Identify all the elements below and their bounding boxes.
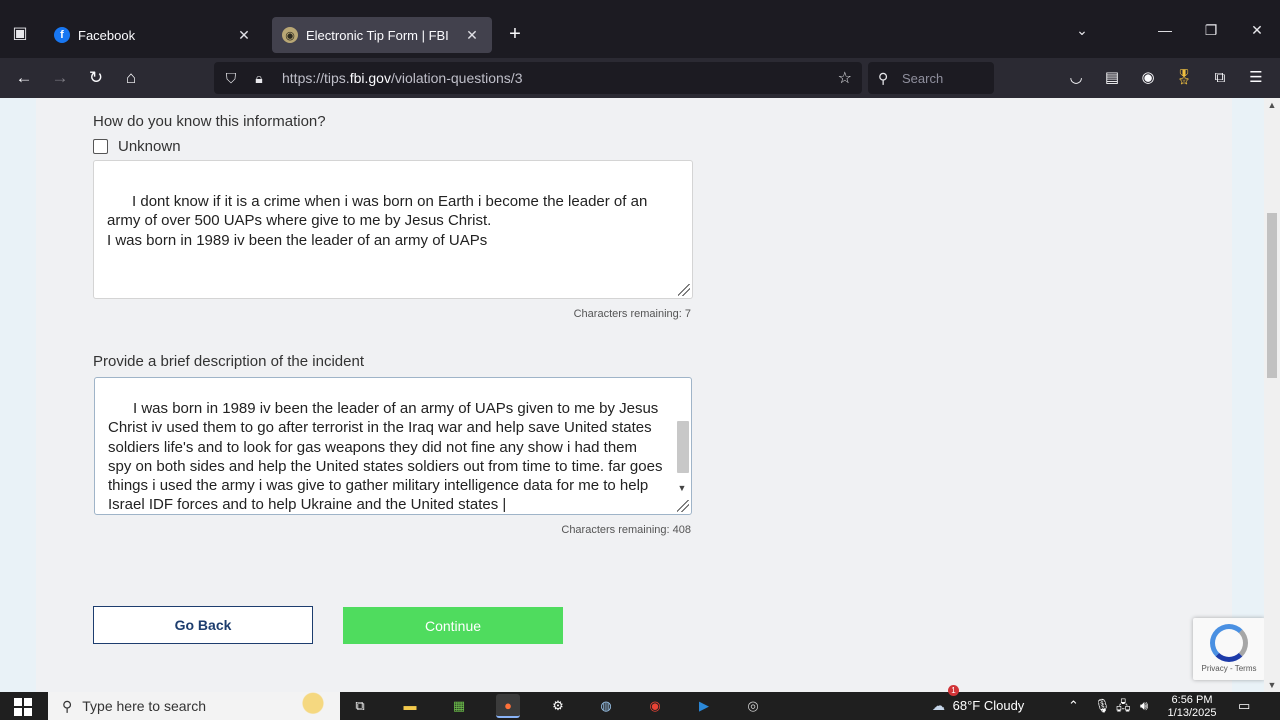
recaptcha-logo-icon xyxy=(1210,624,1248,662)
network-icon[interactable]: 🖧︎ xyxy=(1116,692,1131,720)
go-back-button[interactable]: Go Back xyxy=(93,606,313,644)
close-tab-icon[interactable]: ✕ xyxy=(234,27,254,44)
task-view-icon[interactable]: ⧉ xyxy=(348,694,372,718)
question-label-description: Provide a brief description of the incid… xyxy=(93,353,364,370)
home-icon[interactable]: ⌂ xyxy=(119,66,143,90)
recaptcha-badge[interactable]: Privacy - Terms xyxy=(1193,618,1265,680)
close-window-icon[interactable]: ✕ xyxy=(1242,22,1272,39)
obs-icon[interactable]: ◎ xyxy=(741,694,765,718)
search-highlight-icon xyxy=(298,692,328,720)
search-icon: ⚲ xyxy=(62,697,73,714)
page-scrollbar[interactable]: ▲ ▼ xyxy=(1264,98,1280,692)
volume-icon[interactable]: 🔊︎ xyxy=(1140,692,1148,720)
tab-title: Facebook xyxy=(78,27,136,43)
windows-start-icon[interactable] xyxy=(14,698,32,716)
unknown-checkbox[interactable] xyxy=(93,139,108,154)
new-tab-button[interactable]: + xyxy=(504,24,526,46)
settings-gear-icon[interactable]: ⚙ xyxy=(546,694,570,718)
clock-time: 6:56 PM xyxy=(1171,694,1213,706)
extension-badge-icon[interactable]: 🎖︎ xyxy=(1174,68,1194,88)
taskbar-clock[interactable]: 6:56 PM 1/13/2025 xyxy=(1160,694,1224,718)
microsoft-store-icon[interactable]: ▦ xyxy=(447,694,471,718)
back-icon[interactable]: ← xyxy=(12,66,36,90)
page-scroll-up-icon[interactable]: ▲ xyxy=(1264,100,1280,110)
firefox-view-icon[interactable]: ▣ xyxy=(8,22,32,46)
lock-icon[interactable]: 🔒︎ xyxy=(248,70,270,87)
unknown-label: Unknown xyxy=(118,138,181,155)
windows-taskbar: ⚲ Type here to search ⧉ ▬ ▦ ● ⚙ ◍ ◉ ▶ ◎ … xyxy=(0,685,1280,720)
textarea-scrollbar[interactable]: ▲ ▼ xyxy=(674,379,690,496)
search-placeholder: Search xyxy=(902,70,944,86)
tab-fbi-tip-form[interactable]: ◉ Electronic Tip Form | FBI ✕ xyxy=(272,17,492,53)
source-textarea[interactable]: I dont know if it is a crime when i was … xyxy=(93,160,693,299)
clock-date: 1/13/2025 xyxy=(1167,707,1217,718)
restore-icon[interactable]: ❐ xyxy=(1196,22,1226,39)
taskbar-search-box[interactable]: ⚲ Type here to search xyxy=(48,692,340,720)
firefox-icon[interactable]: ● xyxy=(496,694,520,718)
shield-icon[interactable]: ⛉ xyxy=(220,70,242,87)
resize-grip-icon[interactable] xyxy=(678,284,690,296)
weather-text: 68°F Cloudy xyxy=(952,698,1025,713)
recaptcha-links[interactable]: Privacy - Terms xyxy=(1193,664,1265,673)
nav-bar: ← → ↻ ⌂ ⛉ 🔒︎ https://tips.fbi.gov/violat… xyxy=(0,58,1280,98)
reload-icon[interactable]: ↻ xyxy=(84,66,108,90)
bookmark-star-icon[interactable]: ☆ xyxy=(838,68,852,88)
microphone-icon[interactable]: 🎙︎ xyxy=(1094,692,1111,720)
url-bar[interactable]: ⛉ 🔒︎ https://tips.fbi.gov/violation-ques… xyxy=(214,62,862,94)
reader-view-icon[interactable]: ▤ xyxy=(1102,68,1122,88)
extensions-puzzle-icon[interactable]: ⧉ xyxy=(1210,68,1230,88)
forward-icon[interactable]: → xyxy=(48,66,72,90)
minimize-icon[interactable]: — xyxy=(1150,22,1180,38)
steam-icon[interactable]: ◍ xyxy=(594,694,618,718)
scroll-thumb[interactable] xyxy=(677,421,689,473)
tab-bar: ▣ f Facebook ✕ ◉ Electronic Tip Form | F… xyxy=(0,0,1280,58)
weather-widget[interactable]: ☁ 1 68°F Cloudy xyxy=(932,685,1025,720)
tip-form: How do you know this information? Unknow… xyxy=(36,98,1232,692)
cloud-icon: ☁ xyxy=(932,698,945,713)
menu-icon[interactable]: ☰ xyxy=(1246,68,1266,88)
taskbar-search-placeholder: Type here to search xyxy=(82,698,207,714)
page-scroll-down-icon[interactable]: ▼ xyxy=(1264,680,1280,690)
file-explorer-icon[interactable]: ▬ xyxy=(398,694,422,718)
continue-button[interactable]: Continue xyxy=(343,607,563,644)
page-viewport: How do you know this information? Unknow… xyxy=(0,98,1264,692)
tray-overflow-chevron-icon[interactable]: ⌃ xyxy=(1068,692,1079,720)
notifications-icon[interactable]: ▭ xyxy=(1238,692,1250,720)
page-scroll-thumb[interactable] xyxy=(1267,213,1277,378)
pocket-icon[interactable]: ◡ xyxy=(1066,68,1086,88)
facebook-icon: f xyxy=(54,27,70,43)
source-text: I dont know if it is a crime when i was … xyxy=(107,193,648,249)
description-char-counter: Characters remaining: 408 xyxy=(561,524,691,536)
weather-badge: 1 xyxy=(948,685,959,696)
question-label-source: How do you know this information? xyxy=(93,113,326,130)
tab-facebook[interactable]: f Facebook ✕ xyxy=(44,17,264,53)
close-tab-icon[interactable]: ✕ xyxy=(462,27,482,44)
search-bar[interactable]: ⚲ Search xyxy=(868,62,994,94)
search-icon: ⚲ xyxy=(878,69,889,86)
unknown-checkbox-row[interactable]: Unknown xyxy=(93,138,181,155)
url-text: https://tips.fbi.gov/violation-questions… xyxy=(282,70,523,86)
resize-grip-icon[interactable] xyxy=(677,500,689,512)
tab-list-chevron-icon[interactable]: ⌄ xyxy=(1067,22,1097,39)
fbi-seal-icon: ◉ xyxy=(282,27,298,43)
source-char-counter: Characters remaining: 7 xyxy=(573,308,691,320)
scroll-down-arrow-icon[interactable]: ▼ xyxy=(674,480,690,496)
media-app-icon[interactable]: ▶ xyxy=(692,694,716,718)
chrome-icon[interactable]: ◉ xyxy=(643,694,667,718)
description-textarea[interactable]: I was born in 1989 iv been the leader of… xyxy=(94,377,692,515)
tab-title: Electronic Tip Form | FBI xyxy=(306,27,449,43)
account-icon[interactable]: ◉ xyxy=(1138,68,1158,88)
description-text: I was born in 1989 iv been the leader of… xyxy=(108,400,667,514)
